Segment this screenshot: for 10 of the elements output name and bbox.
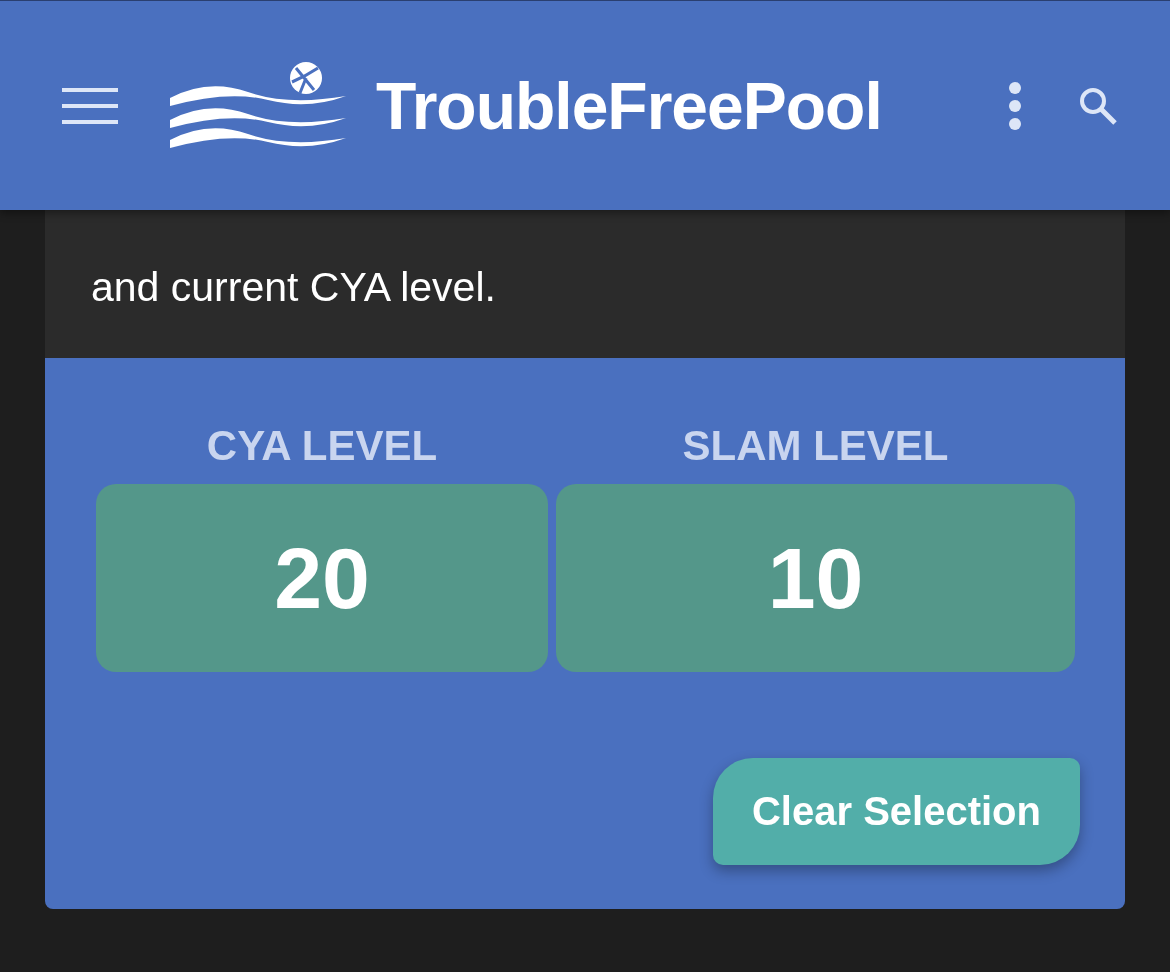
clear-selection-button[interactable]: Clear Selection: [713, 758, 1080, 865]
intro-text: and current CYA level.: [91, 263, 497, 312]
brand-name: TroubleFreePool: [376, 67, 882, 144]
more-options-icon[interactable]: [1008, 80, 1022, 131]
menu-icon[interactable]: [62, 86, 118, 125]
level-label: SLAM LEVEL: [682, 422, 949, 470]
level-value[interactable]: 10: [556, 484, 1075, 672]
level-value[interactable]: 20: [96, 484, 548, 672]
search-icon[interactable]: [1078, 85, 1118, 126]
level-label: CYA LEVEL: [206, 422, 438, 470]
